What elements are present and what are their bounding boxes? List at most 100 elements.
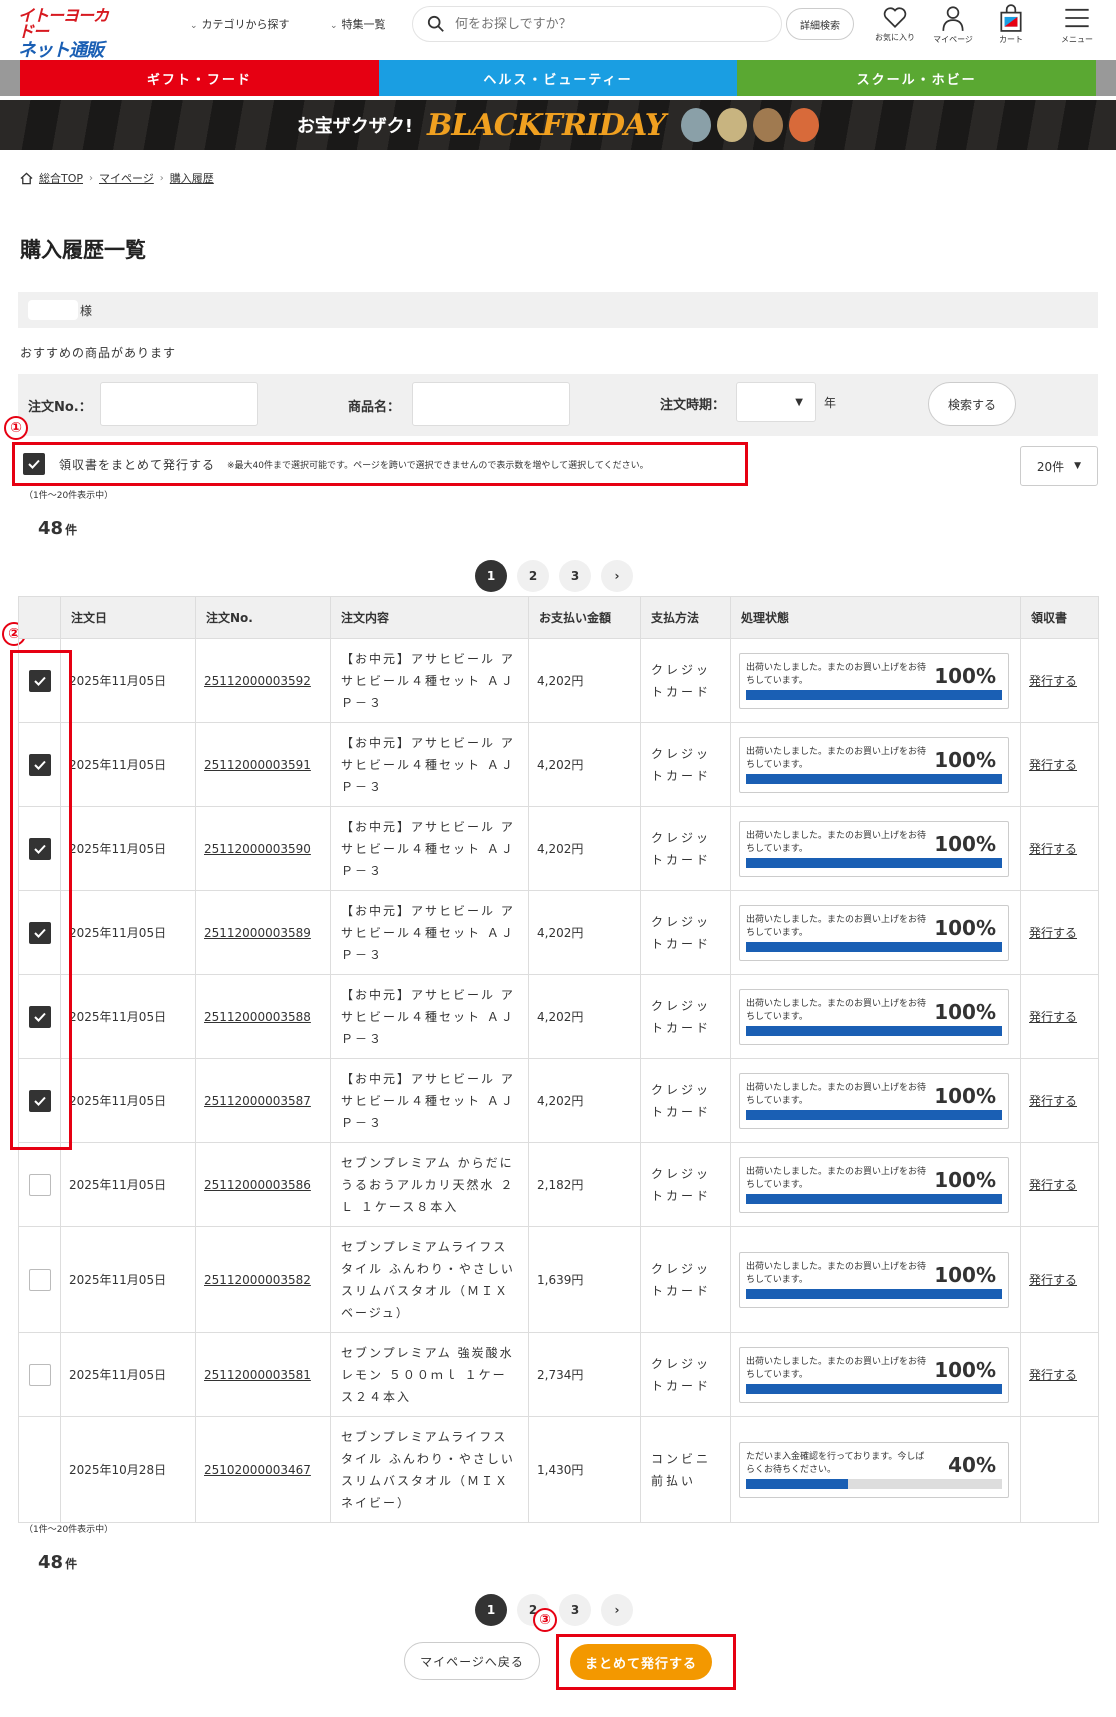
page-title: 購入履歴一覧 <box>20 238 146 262</box>
order-row: 2025年11月05日 25112000003581 セブンプレミアム 強炭酸水レモ… <box>18 1332 1099 1417</box>
category-menu-link[interactable]: ⌄ カテゴリから探す <box>190 16 290 32</box>
banner-characters <box>681 108 820 142</box>
order-content: 【お中元】アサヒビール アサヒビール４種セット ＡＪＰ－３ <box>330 638 529 723</box>
order-row: 2025年11月05日 25112000003587 【お中元】アサヒビール アサヒ… <box>18 1058 1099 1143</box>
total-count: 48 件 <box>38 518 78 539</box>
col-order-date: 注文日 <box>60 596 196 639</box>
order-no-label: 注文No.： <box>28 400 92 415</box>
progress-bar <box>746 1109 1002 1120</box>
issue-receipt-link[interactable]: 発行する <box>1029 842 1077 856</box>
col-amount: お支払い金額 <box>528 596 641 639</box>
receipt-cell: 発行する <box>1020 1058 1099 1143</box>
breadcrumb-top[interactable]: 総合TOP <box>39 170 83 186</box>
search-button[interactable]: 検索する <box>928 382 1016 426</box>
progress-percent: 100% <box>934 831 996 856</box>
progress-fill <box>746 1025 1002 1036</box>
payment-method: クレジットカード <box>640 806 731 891</box>
order-amount: 1,639円 <box>528 1226 641 1333</box>
search-icon <box>427 15 444 32</box>
progress-fill <box>746 1193 1002 1204</box>
order-no-link[interactable]: 25112000003587 <box>204 1094 311 1108</box>
order-row: 2025年11月05日 25112000003586 セブンプレミアム からだにうる… <box>18 1142 1099 1227</box>
order-no-input[interactable] <box>100 382 258 426</box>
col-select <box>18 596 61 639</box>
issue-receipt-link[interactable]: 発行する <box>1029 926 1077 940</box>
menu-button[interactable]: メニュー <box>1052 4 1102 45</box>
order-no-cell: 25112000003586 <box>195 1142 331 1227</box>
issue-receipt-link[interactable]: 発行する <box>1029 1273 1077 1287</box>
page-2-button[interactable]: 2 <box>517 560 549 592</box>
bulk-receipt-checkbox[interactable] <box>23 453 45 475</box>
page-3-button[interactable]: 3 <box>559 560 591 592</box>
breadcrumb-mypage[interactable]: マイページ <box>99 170 154 186</box>
breadcrumb-history[interactable]: 購入履歴 <box>170 170 214 186</box>
category-gift-food[interactable]: ギフト・フード <box>20 60 379 96</box>
order-no-link[interactable]: 25112000003591 <box>204 758 311 772</box>
product-name-label: 商品名： <box>348 400 401 415</box>
order-no-link[interactable]: 25112000003588 <box>204 1010 311 1024</box>
issue-receipt-link[interactable]: 発行する <box>1029 674 1077 688</box>
mypage-link[interactable]: マイページ <box>928 4 978 45</box>
advanced-search-button[interactable]: 詳細検索 <box>786 8 854 40</box>
progress-bar <box>746 1193 1002 1204</box>
bulk-issue-receipt-button[interactable]: まとめて発行する <box>570 1644 712 1680</box>
redacted-user-name <box>28 300 78 320</box>
order-no-link[interactable]: 25112000003586 <box>204 1178 311 1192</box>
order-year-select[interactable]: ▼ <box>736 382 816 422</box>
features-link[interactable]: ⌄ 特集一覧 <box>330 16 386 32</box>
status-cell: 出荷いたしました。またのお買い上げをお待ちしています。 100% <box>730 722 1021 807</box>
order-no-link[interactable]: 25112000003581 <box>204 1368 311 1382</box>
next-page-button[interactable]: › <box>601 560 633 592</box>
product-name-input[interactable] <box>412 382 570 426</box>
progress-bar <box>746 689 1002 700</box>
per-page-select[interactable]: 20件 ▼ <box>1020 446 1098 486</box>
chevron-right-icon: › <box>89 172 94 184</box>
order-no-cell: 25112000003588 <box>195 974 331 1059</box>
receipt-cell: 発行する <box>1020 722 1099 807</box>
favorites-link[interactable]: お気に入り <box>870 4 920 43</box>
issue-receipt-link[interactable]: 発行する <box>1029 758 1077 772</box>
col-order-no: 注文No. <box>195 596 331 639</box>
page-3-button[interactable]: 3 <box>559 1594 591 1626</box>
site-logo[interactable]: イトーヨーカドー ネット通販 <box>18 8 118 60</box>
checkmark-icon <box>28 459 40 469</box>
order-no-link[interactable]: 25102000003467 <box>204 1463 311 1477</box>
progress-fill <box>746 1109 1002 1120</box>
row-select-checkbox[interactable] <box>28 1363 51 1386</box>
page-1-button[interactable]: 1 <box>475 1594 507 1626</box>
category-school-hobby[interactable]: スクール・ホビー <box>737 60 1097 96</box>
character-illustration <box>753 108 784 142</box>
annotation-marker-1: ① <box>4 416 28 440</box>
back-to-mypage-button[interactable]: マイページへ戻る <box>404 1642 540 1680</box>
order-content: セブンプレミアムライフスタイル ふんわり・やさしい スリムバスタオル（ＭＩＸベー… <box>330 1226 529 1333</box>
order-no-link[interactable]: 25112000003582 <box>204 1273 311 1287</box>
status-cell: ただいま入金確認を行っております。今しばらくお待ちください。 40% <box>730 1416 1021 1523</box>
order-history-table: 注文日 注文No. 注文内容 お支払い金額 支払方法 処理状態 領収書 2025… <box>18 596 1099 1523</box>
next-page-button[interactable]: › <box>601 1594 633 1626</box>
issue-receipt-link[interactable]: 発行する <box>1029 1368 1077 1382</box>
character-illustration <box>789 108 820 142</box>
cart-link[interactable]: カート <box>986 4 1036 45</box>
order-no-link[interactable]: 25112000003589 <box>204 926 311 940</box>
issue-receipt-link[interactable]: 発行する <box>1029 1094 1077 1108</box>
row-select-checkbox[interactable] <box>28 1173 51 1196</box>
order-amount: 1,430円 <box>528 1416 641 1523</box>
order-no-link[interactable]: 25112000003590 <box>204 842 311 856</box>
status-cell: 出荷いたしました。またのお買い上げをお待ちしています。 100% <box>730 1058 1021 1143</box>
row-select-checkbox[interactable] <box>28 1268 51 1291</box>
payment-method: コンビニ前払い <box>640 1416 731 1523</box>
page-1-button[interactable]: 1 <box>475 560 507 592</box>
order-no-link[interactable]: 25112000003592 <box>204 674 311 688</box>
chevron-down-icon: ⌄ <box>330 21 338 31</box>
issue-receipt-link[interactable]: 発行する <box>1029 1178 1077 1192</box>
col-receipt: 領収書 <box>1020 596 1099 639</box>
progress-bar <box>746 773 1002 784</box>
banner-text: お宝ザクザク! <box>296 116 414 137</box>
issue-receipt-link[interactable]: 発行する <box>1029 1010 1077 1024</box>
category-health-beauty[interactable]: ヘルス・ビューティー <box>378 60 738 96</box>
black-friday-banner[interactable]: お宝ザクザク! BLACKFRIDAY <box>0 100 1116 150</box>
status-cell: 出荷いたしました。またのお買い上げをお待ちしています。 100% <box>730 1142 1021 1227</box>
search-input[interactable] <box>455 16 755 32</box>
payment-method: クレジットカード <box>640 890 731 975</box>
order-no-cell: 25112000003592 <box>195 638 331 723</box>
